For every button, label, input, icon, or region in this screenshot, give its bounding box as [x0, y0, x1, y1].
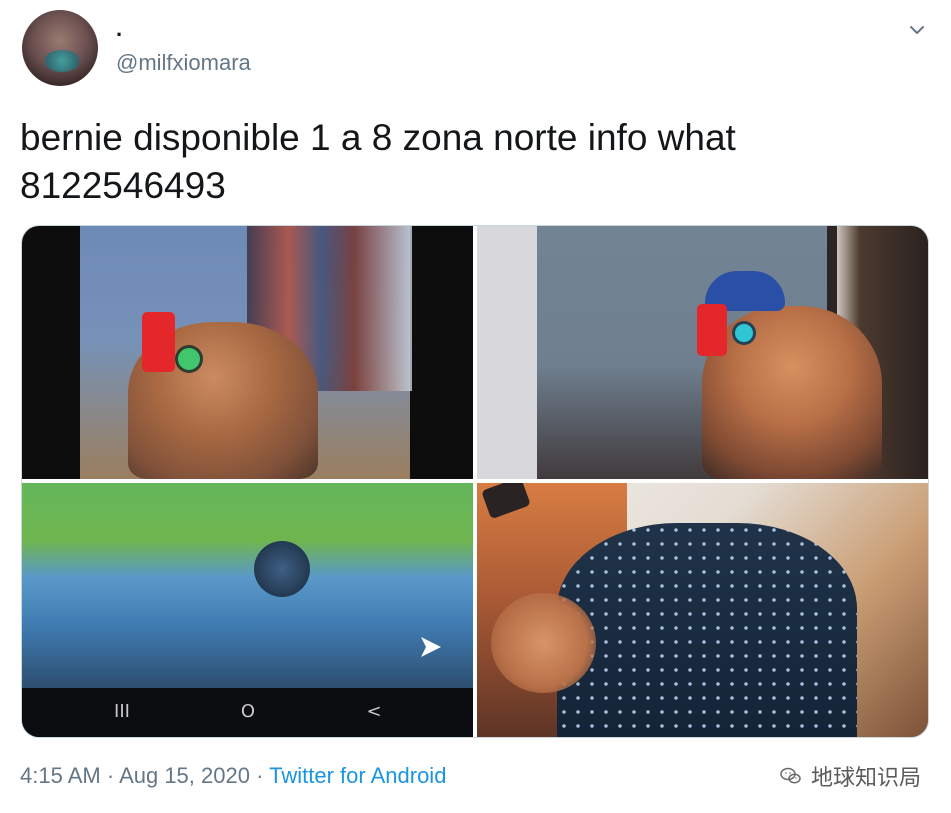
tweet-date[interactable]: Aug 15, 2020 — [119, 763, 250, 788]
username[interactable]: @milfxiomara — [116, 51, 251, 75]
media-grid: III O < — [21, 225, 929, 738]
media-photo-1[interactable] — [22, 226, 473, 479]
media-photo-2[interactable] — [477, 226, 928, 479]
back-icon[interactable]: < — [360, 700, 388, 724]
avatar[interactable] — [22, 10, 98, 86]
android-navbar: III O < — [22, 688, 473, 737]
recent-apps-icon[interactable]: III — [108, 700, 136, 724]
chevron-down-icon[interactable] — [905, 18, 929, 42]
footer-separator-2: · — [249, 763, 270, 788]
footer-separator-1: · — [100, 763, 120, 788]
display-name[interactable]: . — [116, 18, 122, 40]
tweet-text: bernie disponible 1 a 8 zona norte info … — [20, 117, 736, 206]
tweet-source-link[interactable]: Twitter for Android — [269, 763, 446, 788]
wechat-icon — [779, 764, 803, 788]
tweet-time[interactable]: 4:15 AM — [20, 763, 101, 788]
play-arrow-icon[interactable] — [417, 633, 445, 661]
media-photo-4[interactable] — [477, 483, 928, 737]
media-video-3[interactable]: III O < — [22, 483, 473, 737]
watermark: 地球知识局 — [779, 760, 921, 792]
tweet-footer: 4:15 AM · Aug 15, 2020 · Twitter for And… — [20, 761, 446, 791]
home-icon[interactable]: O — [234, 700, 262, 724]
watermark-text: 地球知识局 — [810, 766, 921, 791]
